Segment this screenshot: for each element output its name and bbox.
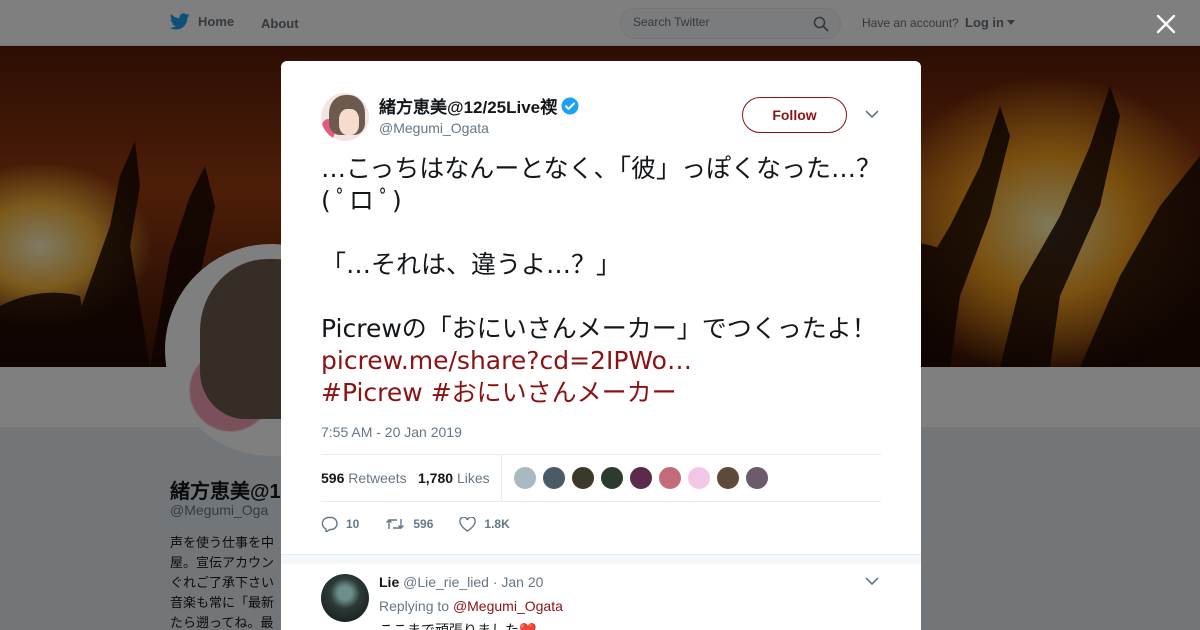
reply-count: 10 xyxy=(346,517,360,531)
hashtag-link[interactable]: #Picrew xyxy=(321,378,423,407)
tweet-line: 「…それは、違うよ…？」 xyxy=(321,250,622,279)
likes-label: Likes xyxy=(456,470,490,486)
reply-header: Lie @Lie_rie_lied · Jan 20 xyxy=(379,574,543,590)
liker-avatar[interactable] xyxy=(687,466,711,490)
stats-divider xyxy=(501,455,502,501)
like-action[interactable]: 1.8K xyxy=(459,516,510,532)
reply-author-name[interactable]: Lie xyxy=(379,574,399,590)
liker-avatar[interactable] xyxy=(571,466,595,490)
liker-avatar[interactable] xyxy=(658,466,682,490)
author-avatar[interactable] xyxy=(321,93,369,141)
reply-avatar[interactable] xyxy=(321,574,369,622)
chevron-down-icon[interactable] xyxy=(865,109,879,119)
reply-action[interactable]: 10 xyxy=(321,516,359,532)
hashtag-link[interactable]: #おにいさんメーカー xyxy=(431,378,677,407)
liker-avatar[interactable] xyxy=(745,466,769,490)
heart-icon xyxy=(459,516,477,532)
close-icon[interactable] xyxy=(1155,13,1177,35)
liker-avatar[interactable] xyxy=(513,466,537,490)
replying-to-label: Replying to xyxy=(379,598,450,614)
author-name-row[interactable]: 緒方恵美@12/25Live禊 xyxy=(379,93,579,118)
tweet-line: Picrewの「おにいさんメーカー」でつくったよ！ xyxy=(321,314,877,343)
replying-to-handle[interactable]: @Megumi_Ogata xyxy=(453,598,563,614)
chevron-down-icon[interactable] xyxy=(865,576,879,586)
tweet-modal: 緒方恵美@12/25Live禊 @Megumi_Ogata Follow …こっ… xyxy=(281,61,921,630)
retweet-action[interactable]: 596 xyxy=(385,517,433,531)
reply-date[interactable]: · Jan 20 xyxy=(493,574,544,590)
reply-author-handle[interactable]: @Lie_rie_lied xyxy=(403,574,489,590)
retweet-count: 596 xyxy=(413,517,434,531)
replying-to: Replying to @Megumi_Ogata xyxy=(379,598,563,614)
likes-stat[interactable]: 1,780 Likes xyxy=(418,470,490,486)
like-count: 1.8K xyxy=(484,517,510,531)
tweet-line-with-link: Picrewの「おにいさんメーカー」でつくったよ！ picrew.me/shar… xyxy=(321,313,886,377)
liker-avatar[interactable] xyxy=(542,466,566,490)
author-name[interactable]: 緒方恵美@12/25Live禊 xyxy=(379,93,557,118)
reply-icon xyxy=(321,516,338,532)
tweet-stats: 596 Retweets 1,780 Likes xyxy=(321,454,881,502)
liker-avatar[interactable] xyxy=(629,466,653,490)
reply-text: ここまで頑張りました❤️ xyxy=(379,622,537,630)
retweets-count: 596 xyxy=(321,470,345,486)
retweets-label: Retweets xyxy=(348,470,407,486)
reply-separator xyxy=(281,554,921,564)
likes-count: 1,780 xyxy=(418,470,454,486)
tweet-text: …こっちはなんーとなく、「彼」っぽくなった…？( ﾟロ ﾟ) 「…それは、違うよ… xyxy=(321,153,886,409)
hashtag-row: #Picrew #おにいさんメーカー xyxy=(321,377,886,409)
tweet-link[interactable]: picrew.me/share?cd=2IPWo… xyxy=(321,346,692,375)
tweet-line: …こっちはなんーとなく、「彼」っぽくなった…？( ﾟロ ﾟ) xyxy=(321,154,882,215)
tweet-timestamp[interactable]: 7:55 AM - 20 Jan 2019 xyxy=(321,424,462,440)
retweet-icon xyxy=(386,519,405,529)
liker-avatars xyxy=(513,466,769,490)
avatar-face-shape xyxy=(339,109,359,135)
retweets-stat[interactable]: 596 Retweets xyxy=(321,470,407,486)
author-handle[interactable]: @Megumi_Ogata xyxy=(379,120,489,136)
liker-avatar[interactable] xyxy=(716,466,740,490)
tweet-actions: 10 596 1.8K xyxy=(321,514,536,534)
liker-avatar[interactable] xyxy=(600,466,624,490)
verified-badge-icon xyxy=(561,97,579,114)
follow-button[interactable]: Follow xyxy=(742,97,847,133)
